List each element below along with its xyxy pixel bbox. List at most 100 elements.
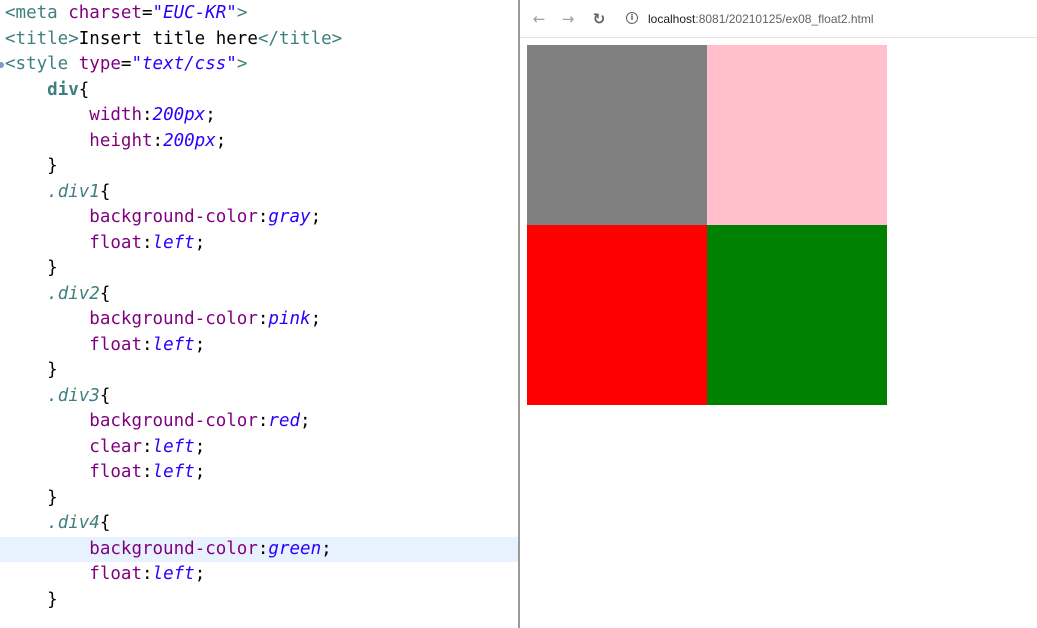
code-editor[interactable]: <meta charset="EUC-KR"> <title>Insert tit… (0, 0, 519, 628)
code-token: .div4 (47, 513, 100, 533)
code-token: charset (68, 3, 142, 23)
code-token: : (257, 207, 269, 227)
code-line[interactable]: .div2{ (0, 282, 519, 308)
code-token: ; (194, 462, 206, 482)
code-line[interactable]: background-color:gray; (0, 205, 519, 231)
code-token: ; (194, 334, 206, 355)
code-token: ; (321, 538, 332, 559)
code-token: <meta (5, 3, 69, 23)
code-token: } (5, 589, 58, 610)
code-token: : (141, 105, 153, 125)
code-token: ; (194, 436, 206, 457)
code-token: <style (5, 54, 79, 74)
code-token: ; (194, 564, 206, 584)
code-line[interactable]: background-color:pink; (0, 307, 519, 333)
code-line[interactable]: float:left; (0, 231, 519, 257)
code-line[interactable]: } (0, 588, 519, 614)
forward-icon[interactable]: → (559, 9, 577, 29)
code-line[interactable]: <style type="text/css"> (0, 52, 519, 78)
code-token: .div3 (47, 385, 100, 406)
code-token: left (152, 436, 195, 457)
code-token: .div1 (47, 181, 100, 202)
code-token: float (89, 462, 142, 482)
code-token: : (152, 130, 164, 151)
code-token: } (5, 258, 58, 278)
code-line[interactable]: background-color:red; (0, 409, 519, 435)
code-token: : (141, 564, 153, 584)
code-line[interactable]: } (0, 256, 519, 282)
url-host: localhost (648, 12, 696, 26)
code-line[interactable]: } (0, 486, 519, 512)
code-token: float (89, 564, 142, 584)
code-token: : (141, 232, 153, 253)
reload-icon[interactable]: ↻ (590, 9, 608, 29)
code-line[interactable]: .div1{ (0, 180, 519, 206)
code-token: green (268, 538, 322, 559)
code-token: ; (205, 105, 216, 125)
code-token: gray (268, 207, 311, 227)
code-token: : (141, 462, 153, 482)
code-token: Insert title here (78, 28, 258, 49)
div1-gray-box (527, 45, 707, 225)
code-line[interactable]: <title>Insert title here</title> (0, 27, 519, 53)
code-token: background-color (89, 411, 258, 431)
code-token: 200px (152, 105, 206, 125)
code-token: clear (89, 436, 142, 457)
code-token: > (236, 54, 248, 74)
code-line[interactable]: width:200px; (0, 103, 519, 129)
code-token: } (5, 156, 58, 176)
code-line[interactable]: float:left; (0, 333, 519, 359)
code-token: : (141, 334, 153, 355)
code-token: : (257, 538, 269, 559)
page-viewport (520, 38, 1037, 628)
code-token: width (89, 105, 142, 125)
back-icon[interactable]: ← (530, 9, 548, 29)
code-token: </title> (257, 28, 343, 49)
address-bar[interactable]: localhost:8081/20210125/ex08_float2.html (648, 10, 874, 28)
code-line[interactable]: div{ (0, 78, 519, 104)
url-path: :8081/20210125/ex08_float2.html (695, 12, 874, 26)
code-line[interactable]: .div3{ (0, 384, 519, 410)
code-token: > (236, 3, 248, 23)
code-token: pink (268, 309, 311, 329)
code-line[interactable]: } (0, 358, 519, 384)
code-line[interactable]: clear:left; (0, 435, 519, 461)
code-line[interactable]: height:200px; (0, 129, 519, 155)
code-token: div (47, 79, 79, 100)
code-token: : (141, 436, 153, 457)
info-icon[interactable]: i (626, 12, 638, 24)
code-line[interactable]: float:left; (0, 460, 519, 486)
code-token: { (99, 513, 111, 533)
code-token: left (152, 334, 195, 355)
code-token: "EUC-KR" (152, 3, 237, 23)
browser-toolbar: ← → ↻ i localhost:8081/20210125/ex08_flo… (520, 0, 1037, 38)
code-line[interactable]: background-color:green; (0, 536, 519, 562)
code-token: red (268, 411, 301, 431)
code-line[interactable]: float:left; (0, 562, 519, 588)
code-token: } (5, 487, 58, 508)
code-token: "text/css" (131, 54, 237, 74)
code-line[interactable]: .div4{ (0, 511, 519, 537)
code-token: ; (300, 411, 311, 431)
code-line[interactable]: <meta charset="EUC-KR"> (0, 1, 519, 27)
code-token: } (5, 360, 58, 380)
code-token: ; (215, 130, 227, 151)
code-token: : (257, 411, 269, 431)
code-line[interactable]: } (0, 154, 519, 180)
browser-window: ← → ↻ i localhost:8081/20210125/ex08_flo… (520, 0, 1037, 628)
code-token: left (152, 462, 195, 482)
code-token: background-color (89, 207, 258, 227)
